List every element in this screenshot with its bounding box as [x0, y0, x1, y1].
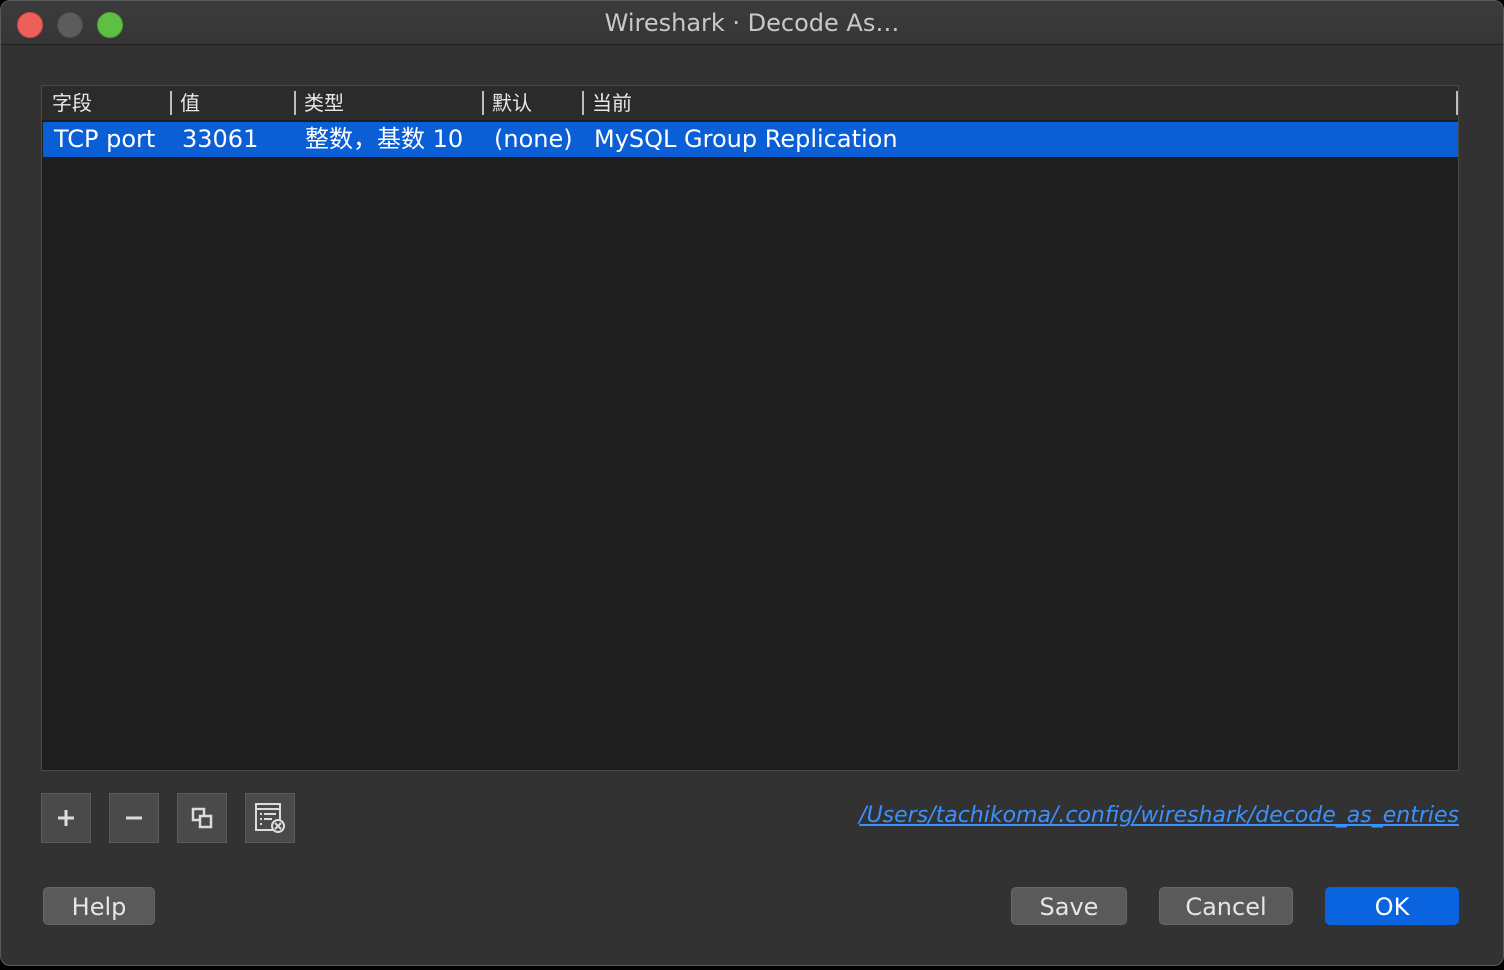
column-separator[interactable]: [294, 91, 296, 115]
column-separator[interactable]: [1456, 91, 1458, 115]
minus-icon: [126, 816, 142, 820]
column-header-type[interactable]: 类型: [304, 86, 344, 120]
decode-as-dialog: Wireshark · Decode As… 字段 值 类型 默认 当前 TCP…: [0, 0, 1504, 966]
copy-entry-button[interactable]: [177, 793, 227, 843]
cell-value[interactable]: 33061: [182, 122, 258, 157]
table-row[interactable]: TCP port 33061 整数，基数 10 (none) MySQL Gro…: [43, 122, 1458, 157]
cell-field[interactable]: TCP port: [54, 122, 155, 157]
column-header-default[interactable]: 默认: [492, 86, 532, 120]
column-header-value[interactable]: 值: [180, 86, 200, 120]
table-header: 字段 值 类型 默认 当前: [42, 86, 1458, 120]
add-entry-button[interactable]: [41, 793, 91, 843]
save-button[interactable]: Save: [1011, 887, 1127, 925]
cell-current[interactable]: MySQL Group Replication: [594, 122, 898, 157]
cell-default: (none): [494, 125, 573, 153]
column-header-current[interactable]: 当前: [592, 86, 632, 120]
copy-icon: [191, 807, 213, 829]
clear-list-icon: [255, 803, 285, 833]
title-bar: Wireshark · Decode As…: [1, 1, 1503, 45]
config-file-link[interactable]: /Users/tachikoma/.config/wireshark/decod…: [859, 803, 1459, 828]
column-separator[interactable]: [482, 91, 484, 115]
clear-entries-button[interactable]: [245, 793, 295, 843]
cell-type[interactable]: 整数，基数 10: [305, 122, 463, 157]
remove-entry-button[interactable]: [109, 793, 159, 843]
plus-icon: [58, 810, 74, 826]
column-separator[interactable]: [170, 91, 172, 115]
help-button[interactable]: Help: [43, 887, 155, 925]
ok-button[interactable]: OK: [1325, 887, 1459, 925]
decode-as-table[interactable]: 字段 值 类型 默认 当前 TCP port 33061 整数，基数 10 (n…: [41, 85, 1459, 771]
column-separator[interactable]: [582, 91, 584, 115]
window-title: Wireshark · Decode As…: [604, 9, 900, 37]
cancel-button[interactable]: Cancel: [1159, 887, 1293, 925]
column-header-field[interactable]: 字段: [52, 86, 92, 120]
